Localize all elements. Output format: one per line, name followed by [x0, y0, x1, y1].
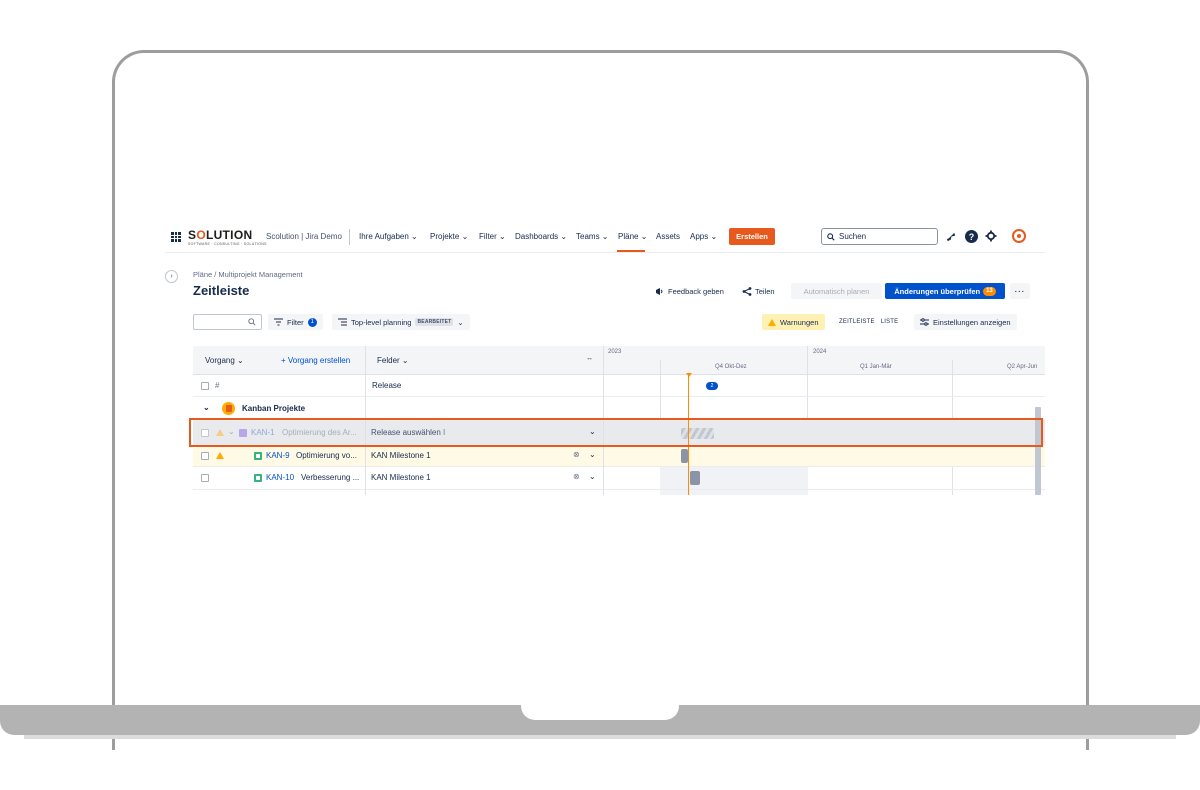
- search-placeholder: Suchen: [839, 232, 867, 241]
- edited-badge: BEARBEITET: [415, 318, 454, 326]
- issue-row-kan-9[interactable]: KAN-9 Optimierung vo... KAN Milestone 1 …: [193, 445, 1045, 467]
- user-avatar[interactable]: [1012, 229, 1026, 243]
- view-settings-button[interactable]: Einstellungen anzeigen: [914, 314, 1017, 330]
- story-icon: [254, 452, 262, 460]
- auto-plan-button[interactable]: Automatisch planen: [791, 283, 882, 299]
- feedback-button[interactable]: Feedback geben: [655, 283, 724, 299]
- row-checkbox[interactable]: [201, 474, 209, 482]
- view-toggle: ZEITLEISTE LISTE: [839, 314, 898, 330]
- issue-column-header[interactable]: Vorgang ⌄: [205, 356, 244, 365]
- nav-plans[interactable]: Pläne ⌄: [618, 232, 647, 241]
- site-name[interactable]: Scolution | Jira Demo: [266, 232, 342, 241]
- sidebar-expand-button[interactable]: ›: [165, 270, 178, 283]
- expand-columns-icon[interactable]: ↔: [586, 355, 593, 362]
- issue-key[interactable]: KAN-10: [266, 473, 294, 482]
- nav-teams[interactable]: Teams ⌄: [576, 232, 609, 241]
- project-avatar: [222, 402, 235, 415]
- group-name: Kanban Projekte: [242, 404, 306, 413]
- notifications-icon[interactable]: [946, 231, 957, 242]
- nav-projects[interactable]: Projekte ⌄: [430, 232, 468, 241]
- changes-count-badge: 13: [983, 286, 996, 296]
- release-column-label: Release: [372, 381, 402, 390]
- top-navigation: SOLUTION SOFTWARE · CONSULTING · SOLUTIO…: [165, 221, 1045, 253]
- issue-search-input[interactable]: [193, 314, 262, 330]
- settings-gear-icon[interactable]: [985, 230, 997, 242]
- kan-10-schedule-bar[interactable]: [690, 471, 700, 485]
- filter-count-badge: 1: [307, 317, 317, 327]
- laptop-base-shadow: [24, 735, 1176, 739]
- page-title: Zeitleiste: [193, 283, 250, 298]
- more-actions-button[interactable]: ···: [1010, 283, 1030, 299]
- create-issue-button[interactable]: + Vorgang erstellen: [281, 356, 350, 365]
- hierarchy-button[interactable]: Top-level planning BEARBEITET ⌄: [332, 314, 470, 330]
- quarter-label-q1: Q1 Jan-Mär: [860, 364, 892, 370]
- release-marker[interactable]: 2: [706, 382, 718, 390]
- laptop-notch: [521, 705, 679, 720]
- nav-assets[interactable]: Assets: [656, 232, 680, 241]
- filter-icon: [274, 318, 283, 326]
- jira-screen: SOLUTION SOFTWARE · CONSULTING · SOLUTIO…: [165, 221, 1045, 495]
- warning-icon: [768, 318, 776, 326]
- select-all-checkbox[interactable]: [201, 382, 209, 390]
- issue-key[interactable]: KAN-9: [266, 451, 290, 460]
- search-icon: [827, 232, 835, 241]
- row-checkbox[interactable]: [201, 452, 209, 460]
- release-value[interactable]: KAN Milestone 1: [371, 473, 431, 482]
- solution-logo[interactable]: SOLUTION SOFTWARE · CONSULTING · SOLUTIO…: [188, 229, 267, 246]
- app-switcher-icon[interactable]: [171, 232, 181, 242]
- issue-row-kan-10[interactable]: KAN-10 Verbesserung ... KAN Milestone 1 …: [193, 467, 1045, 490]
- nav-your-work[interactable]: Ihre Aufgaben ⌄: [359, 232, 418, 241]
- quarter-label-q4: Q4 Okt-Dez: [715, 364, 747, 370]
- clear-icon[interactable]: ⊗: [573, 450, 580, 459]
- chevron-down-icon: ⌄: [457, 317, 464, 327]
- nav-filters[interactable]: Filter ⌄: [479, 232, 506, 241]
- timeline-view-tab[interactable]: ZEITLEISTE: [839, 319, 875, 325]
- sliders-icon: [920, 318, 929, 326]
- highlighted-row-outline: [189, 418, 1043, 447]
- hash-column-label: #: [215, 381, 220, 390]
- clear-icon[interactable]: ⊗: [573, 472, 580, 481]
- megaphone-icon: [656, 287, 663, 295]
- nav-dashboards[interactable]: Dashboards ⌄: [515, 232, 567, 241]
- release-row: # Release: [193, 375, 1045, 397]
- laptop-mockup: SOLUTION SOFTWARE · CONSULTING · SOLUTIO…: [0, 0, 1200, 790]
- kan-9-schedule-bar[interactable]: [681, 449, 688, 463]
- story-icon: [254, 474, 262, 482]
- year-label-2024: 2024: [813, 349, 827, 355]
- breadcrumb[interactable]: Pläne / Multiprojekt Management: [193, 270, 303, 279]
- search-icon: [248, 318, 256, 326]
- search-input[interactable]: Suchen: [821, 228, 938, 245]
- release-value[interactable]: KAN Milestone 1: [371, 451, 431, 460]
- chevron-down-icon[interactable]: ⌄: [203, 403, 210, 412]
- warning-icon: [216, 452, 224, 459]
- create-button[interactable]: Erstellen: [729, 228, 775, 245]
- filter-button[interactable]: Filter 1: [268, 314, 323, 330]
- quarter-label-q2: Q2 Apr-Jun: [1007, 364, 1038, 370]
- issue-summary: Verbesserung ...: [301, 473, 360, 482]
- nav-divider: [349, 229, 350, 245]
- review-changes-button[interactable]: Änderungen überprüfen 13: [885, 283, 1005, 299]
- nav-active-indicator: [617, 250, 645, 252]
- issue-summary: Optimierung vo...: [296, 451, 357, 460]
- chevron-down-icon[interactable]: ⌄: [589, 450, 596, 459]
- year-label-2023: 2023: [608, 349, 622, 355]
- share-button[interactable]: Teilen: [742, 283, 775, 299]
- chevron-down-icon[interactable]: ⌄: [589, 472, 596, 481]
- warnings-button[interactable]: Warnungen: [762, 314, 825, 330]
- share-icon: [742, 286, 752, 296]
- hierarchy-icon: [338, 318, 347, 326]
- fields-column-header[interactable]: Felder ⌄: [377, 356, 409, 365]
- nav-apps[interactable]: Apps ⌄: [690, 232, 717, 241]
- today-marker: [686, 373, 692, 377]
- list-view-tab[interactable]: LISTE: [881, 319, 899, 325]
- help-icon[interactable]: ?: [965, 230, 978, 243]
